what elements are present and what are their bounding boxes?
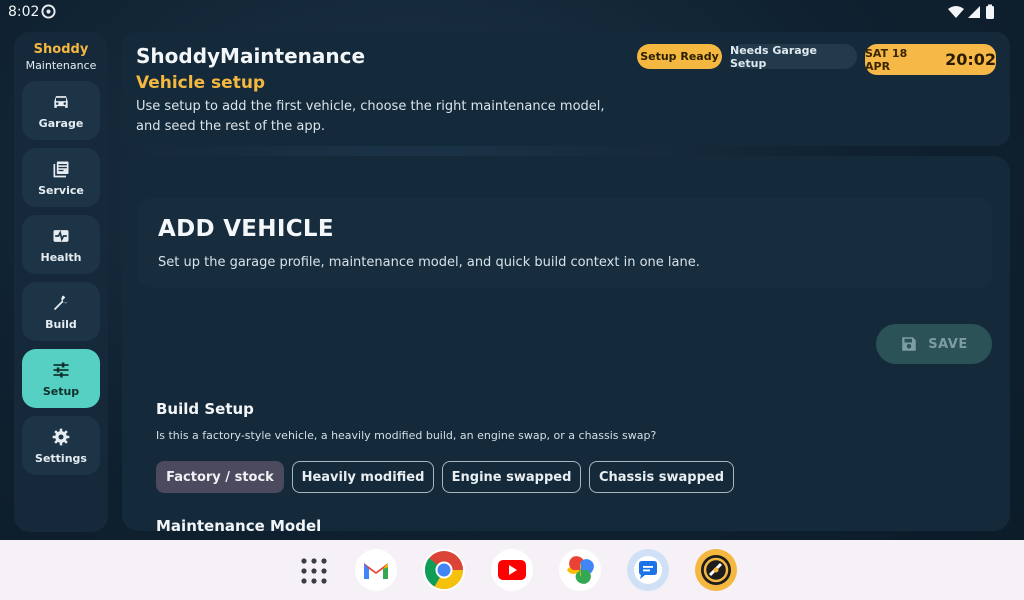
hero-title: ADD VEHICLE	[158, 216, 334, 242]
brand: Shoddy Maintenance	[14, 32, 108, 72]
chrome-glyph	[424, 551, 464, 590]
maintenance-model-title: Maintenance Model	[156, 517, 322, 531]
youtube-icon[interactable]	[491, 549, 533, 591]
page-subtitle: Vehicle setup	[136, 73, 266, 93]
save-label: SAVE	[928, 336, 968, 352]
taskbar-dock	[0, 540, 1024, 600]
gear-icon	[52, 428, 70, 445]
shoddy-app-icon[interactable]	[695, 549, 737, 591]
option-chassis-swapped[interactable]: Chassis swapped	[589, 461, 734, 493]
notes-icon	[53, 161, 69, 177]
nav-label-service: Service	[38, 183, 84, 197]
save-button[interactable]: SAVE	[876, 324, 992, 364]
brand-name: Shoddy	[33, 42, 89, 57]
build-setup-question: Is this a factory-style vehicle, a heavi…	[156, 429, 657, 442]
messages-glyph	[634, 556, 662, 584]
nav-item-build[interactable]: Build	[22, 282, 100, 341]
nav-item-health[interactable]: Health	[22, 215, 100, 274]
wrench-icon	[53, 295, 69, 310]
car-icon	[54, 95, 68, 108]
youtube-glyph	[498, 560, 526, 580]
gmail-icon[interactable]	[355, 549, 397, 591]
clock-time: 20:02	[945, 50, 996, 69]
save-icon	[902, 337, 916, 351]
option-factory-stock[interactable]: Factory / stock	[156, 461, 284, 493]
nav-item-service[interactable]: Service	[22, 148, 100, 207]
nav-label-build: Build	[45, 317, 77, 331]
nav-label-setup: Setup	[42, 384, 80, 398]
nav-label-garage: Garage	[38, 116, 84, 130]
nav-item-settings[interactable]: Settings	[22, 416, 100, 475]
sliders-icon	[53, 362, 69, 377]
photos-glyph	[567, 556, 594, 584]
nav-label-health: Health	[40, 250, 82, 264]
chrome-icon[interactable]	[423, 549, 465, 591]
nav-item-garage[interactable]: Garage	[22, 81, 100, 140]
settings-status-icon	[41, 4, 56, 19]
monitor-heart-icon	[53, 229, 69, 242]
shoddy-gauge-glyph	[701, 555, 731, 585]
status-chip-setup-ready[interactable]: Setup Ready	[637, 44, 722, 69]
brand-subtitle: Maintenance	[25, 59, 97, 72]
header-card: ShoddyMaintenance Vehicle setup Use setu…	[122, 32, 1010, 146]
add-vehicle-hero: ADD VEHICLE Set up the garage profile, m…	[138, 198, 992, 288]
main-card: ADD VEHICLE Set up the garage profile, m…	[122, 156, 1010, 531]
gmail-glyph	[364, 563, 388, 579]
messages-icon[interactable]	[627, 549, 669, 591]
page-description: Use setup to add the first vehicle, choo…	[136, 99, 605, 134]
clock-badge: SAT 18 APR 20:02	[865, 44, 996, 75]
nav-label-settings: Settings	[35, 451, 87, 465]
build-setup-title: Build Setup	[156, 400, 254, 418]
photos-icon[interactable]	[559, 549, 601, 591]
option-engine-swapped[interactable]: Engine swapped	[442, 461, 581, 493]
status-bar: 8:02	[0, 0, 1024, 24]
nav-item-setup[interactable]: Setup	[22, 349, 100, 408]
app-drawer-icon[interactable]	[300, 557, 328, 585]
option-heavily-modified[interactable]: Heavily modified	[292, 461, 434, 493]
clock-date: SAT 18 APR	[865, 46, 908, 73]
hero-description: Set up the garage profile, maintenance m…	[158, 255, 700, 270]
nav-rail: Shoddy Maintenance Garage Service Health	[14, 32, 108, 532]
status-time: 8:02	[8, 4, 40, 20]
signal-battery-icons	[948, 4, 994, 19]
status-chip-needs-garage-setup[interactable]: Needs Garage Setup	[730, 44, 857, 70]
app-title: ShoddyMaintenance	[136, 44, 366, 68]
